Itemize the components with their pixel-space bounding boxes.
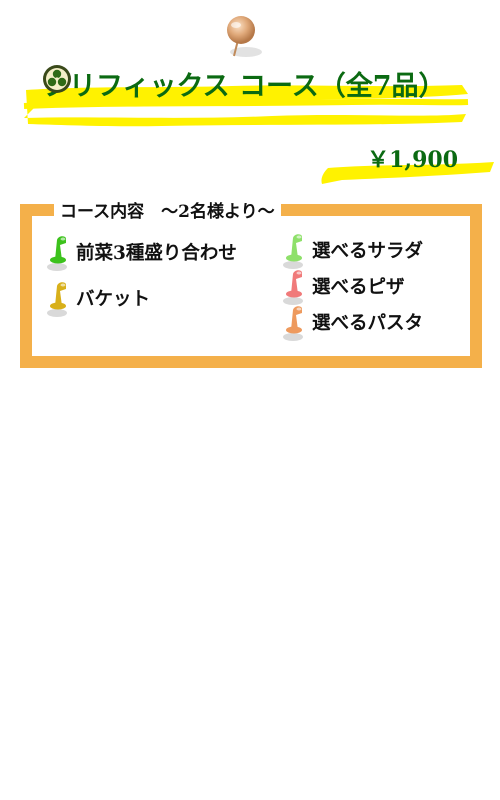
course-item: 選べるサラダ [282,230,423,270]
thumbtack-icon [227,16,262,57]
course-item-label: 前菜3種盛り合わせ [76,243,237,264]
course-item-label: 選べるパスタ [312,313,424,334]
course-item: 選べるピザ [282,266,405,306]
course-item: バケット [46,278,150,318]
course-contents-caption: コース内容 ～2名様より～ [54,197,281,222]
course-item-label: 選べるサラダ [312,241,424,262]
pushpin-icon [283,270,303,305]
course-item-label: バケット [76,289,151,310]
pushpin-icon [283,234,303,269]
course-title-banner: プリフィックス コース（全7品） [22,58,470,128]
clover-emblem-icon [43,65,71,93]
pushpin-icon [47,282,67,317]
course-price: ￥1,900 [367,147,458,173]
pushpin-icon [283,306,303,341]
course-item: 選べるパスタ [282,302,423,342]
course-title: プリフィックス コース（全7品） [42,71,446,102]
price-banner: ￥1,900 [318,138,496,186]
pushpin-icon [47,236,67,271]
course-item: 前菜3種盛り合わせ [46,232,237,272]
course-item-label: 選べるピザ [312,277,405,298]
